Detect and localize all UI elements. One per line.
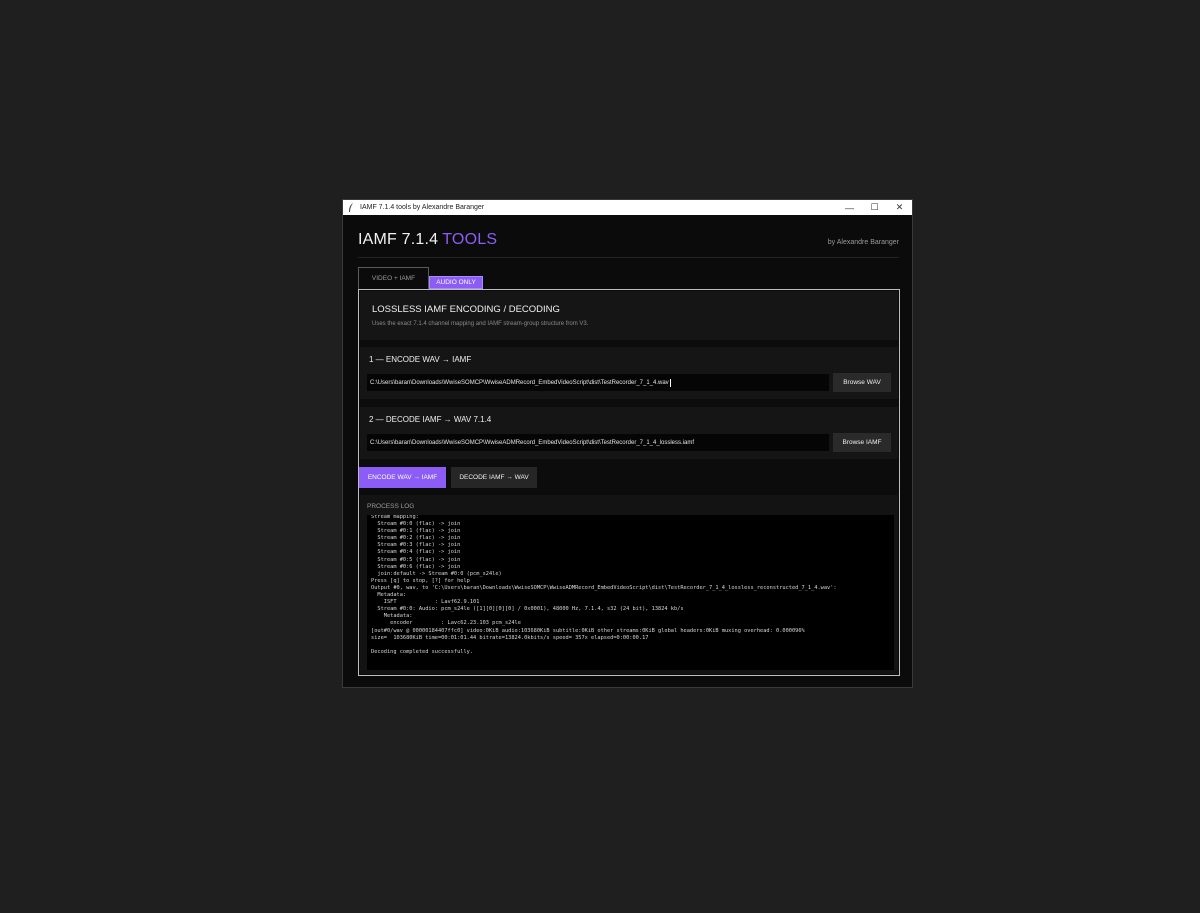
- audio-only-panel: LOSSLESS IAMF ENCODING / DECODING Uses t…: [358, 289, 900, 676]
- intro-description: Uses the exact 7.1.4 channel mapping and…: [372, 321, 589, 327]
- decode-section-title: 2 — DECODE IAMF → WAV 7.1.4: [369, 415, 492, 424]
- encode-card: 1 — ENCODE WAV → IAMF C:\Users\baran\Dow…: [360, 347, 898, 399]
- intro-title: LOSSLESS IAMF ENCODING / DECODING: [372, 304, 560, 315]
- title-bar[interactable]: IAMF 7.1.4 tools by Alexandre Baranger —…: [343, 200, 912, 215]
- wav-path-value: C:\Users\baran\Downloads\WwiseSOMCP\Wwis…: [370, 379, 669, 386]
- app-title-accent: TOOLS: [442, 231, 498, 248]
- iamf-path-input[interactable]: C:\Users\baran\Downloads\WwiseSOMCP\Wwis…: [367, 434, 829, 451]
- window-title: IAMF 7.1.4 tools by Alexandre Baranger: [360, 204, 485, 211]
- browse-iamf-button[interactable]: Browse IAMF: [833, 433, 891, 452]
- decode-iamf-to-wav-button[interactable]: DECODE IAMF → WAV: [451, 467, 537, 488]
- maximize-button[interactable]: ☐: [862, 200, 887, 215]
- author-label: by Alexandre Baranger: [827, 239, 899, 246]
- wav-path-input[interactable]: C:\Users\baran\Downloads\WwiseSOMCP\Wwis…: [367, 374, 829, 391]
- window-controls: — ☐ ✕: [837, 200, 912, 215]
- process-log-label: PROCESS LOG: [367, 503, 415, 510]
- encode-section-title: 1 — ENCODE WAV → IAMF: [369, 355, 472, 364]
- app-title-main: IAMF 7.1.4: [358, 231, 439, 248]
- app-window: IAMF 7.1.4 tools by Alexandre Baranger —…: [342, 199, 913, 688]
- iamf-path-value: C:\Users\baran\Downloads\WwiseSOMCP\Wwis…: [370, 439, 695, 446]
- process-log-card: PROCESS LOG Stream mapping: Stream #0:0 …: [360, 495, 898, 674]
- minimize-button[interactable]: —: [837, 200, 862, 215]
- intro-card: LOSSLESS IAMF ENCODING / DECODING Uses t…: [360, 291, 898, 340]
- decode-card: 2 — DECODE IAMF → WAV 7.1.4 C:\Users\bar…: [360, 407, 898, 459]
- app-title: IAMF 7.1.4 TOOLS: [358, 231, 497, 249]
- tab-video-iamf[interactable]: VIDEO + IAMF: [358, 267, 429, 289]
- tab-audio-only[interactable]: AUDIO ONLY: [429, 276, 483, 289]
- process-log-text: Stream mapping: Stream #0:0 (flac) -> jo…: [371, 515, 837, 655]
- browse-wav-button[interactable]: Browse WAV: [833, 373, 891, 392]
- close-button[interactable]: ✕: [887, 200, 912, 215]
- app-header: IAMF 7.1.4 TOOLS by Alexandre Baranger: [358, 231, 899, 258]
- feather-icon: [349, 203, 353, 212]
- process-log-output[interactable]: Stream mapping: Stream #0:0 (flac) -> jo…: [367, 515, 894, 670]
- text-caret: [669, 378, 671, 387]
- encode-wav-to-iamf-button[interactable]: ENCODE WAV → IAMF: [359, 467, 446, 488]
